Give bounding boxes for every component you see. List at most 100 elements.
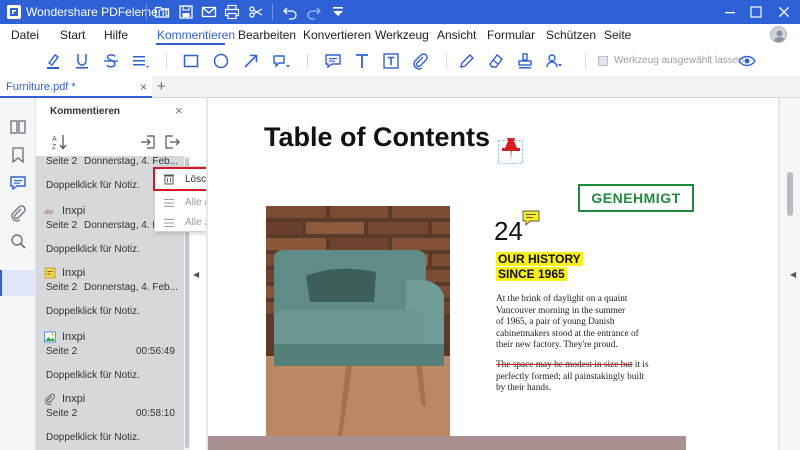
svg-text:A: A [52, 136, 57, 143]
comment-author: Inxpi [62, 205, 86, 217]
menu-seite[interactable]: Seite [604, 28, 631, 42]
paragraph-line: by their hands. [496, 383, 551, 394]
underline-icon[interactable] [73, 52, 91, 70]
rectangle-icon[interactable] [182, 52, 200, 70]
comment-page: Seite 2 [46, 408, 78, 419]
eraser-icon[interactable] [487, 52, 505, 70]
pushpin-annotation-icon[interactable] [498, 136, 524, 164]
add-tab-icon[interactable]: + [157, 78, 166, 95]
minimize-icon[interactable] [722, 4, 738, 20]
menu-ansicht[interactable]: Ansicht [437, 28, 476, 42]
comment-note: Doppelklick für Notiz. [46, 180, 140, 191]
comment-author: Inxpi [62, 267, 86, 279]
tab-close-icon[interactable]: × [140, 80, 147, 94]
menu-bearbeiten[interactable]: Bearbeiten [238, 28, 296, 42]
print-icon[interactable] [224, 4, 240, 20]
paragraph-line: Vancouver morning in the summer [496, 305, 626, 316]
pdf-page: Table of Contents GENEHMIGT 24 OUR HISTO… [208, 98, 778, 450]
redo-icon[interactable] [306, 4, 322, 20]
svg-text:abc: abc [44, 208, 54, 216]
paragraph-line: cabinetmakers stood at the entrance of [496, 328, 639, 339]
stamp-icon[interactable] [516, 52, 534, 70]
titlebar-separator [146, 4, 147, 20]
history-paragraph: At the brink of daylight on a quaint Van… [496, 294, 656, 352]
comment-toolbar: Werkzeug ausgewählt lassen [0, 46, 800, 76]
menu-datei[interactable]: Datei [11, 28, 39, 42]
expand-right-panel-icon[interactable]: ◀ [790, 270, 796, 279]
tab-furniture-pdf[interactable]: Furniture.pdf * × [0, 76, 152, 98]
comment-author: Inxpi [62, 331, 86, 343]
comment-note: Doppelklick für Notiz. [46, 306, 140, 317]
folder-open-icon[interactable] [154, 4, 170, 20]
paragraph-line: their new factory. They're proud. [496, 340, 618, 351]
menu-formular[interactable]: Formular [487, 28, 535, 42]
toolbar-separator [585, 53, 586, 69]
text-box-icon[interactable] [382, 52, 400, 70]
document-viewport[interactable]: Table of Contents GENEHMIGT 24 OUR HISTO… [206, 98, 780, 450]
collapse-panel-icon[interactable]: ◀ [193, 270, 199, 279]
signature-icon[interactable] [545, 52, 563, 70]
approved-stamp[interactable]: GENEHMIGT [578, 184, 694, 212]
search-icon[interactable] [9, 232, 27, 250]
rail-active-indicator [0, 270, 36, 296]
second-paragraph: The space may be modest in size but it i… [496, 360, 666, 395]
page-footer-band [208, 436, 686, 450]
show-hide-icon[interactable] [738, 52, 756, 70]
active-menu-indicator [156, 43, 225, 45]
menu-start[interactable]: Start [60, 28, 85, 42]
replace-text-icon[interactable] [131, 52, 149, 70]
arrow-icon[interactable] [242, 52, 260, 70]
toolbar-separator [166, 53, 167, 69]
app-logo-icon [6, 4, 22, 20]
highlight-icon[interactable] [44, 52, 62, 70]
shape-dropdown-icon[interactable] [272, 52, 290, 70]
customize-dropdown-icon[interactable] [330, 4, 346, 20]
titlebar-separator [272, 4, 273, 20]
comment-author: Inxpi [62, 393, 86, 405]
sort-icon[interactable]: AZ [52, 134, 68, 151]
sticky-note-annotation-icon[interactable] [522, 210, 540, 227]
menu-schuetzen[interactable]: Schützen [546, 28, 596, 42]
comment-panel: Kommentieren × AZ Seite 2 Donnerstag, 4.… [36, 98, 190, 450]
keep-tool-selected-label: Werkzeug ausgewählt lassen [614, 55, 744, 66]
panel-close-icon[interactable]: × [175, 103, 183, 118]
comment-page: Seite 2 [46, 220, 78, 231]
menu-werkzeug[interactable]: Werkzeug [375, 28, 429, 42]
panel-title: Kommentieren [50, 106, 121, 117]
pencil-icon[interactable] [458, 52, 476, 70]
trash-icon [163, 173, 175, 185]
save-icon[interactable] [178, 4, 194, 20]
comment-note: Doppelklick für Notiz. [46, 432, 140, 443]
document-scrollbar-thumb[interactable] [787, 172, 793, 216]
text-icon[interactable] [353, 52, 371, 70]
keep-tool-selected-checkbox[interactable] [598, 56, 608, 66]
menu-bar: Datei Start Hilfe Kommentieren Bearbeite… [0, 24, 800, 46]
attachment-icon[interactable] [9, 204, 27, 222]
oval-icon[interactable] [212, 52, 230, 70]
attachment-icon[interactable] [411, 52, 429, 70]
avatar[interactable] [770, 26, 787, 43]
mail-icon[interactable] [201, 4, 217, 20]
thumbnails-icon[interactable] [9, 118, 27, 136]
menu-konvertieren[interactable]: Konvertieren [303, 28, 371, 42]
paragraph-text: it is [632, 360, 649, 370]
comment-date: Donnerstag, 4. Feb... [84, 282, 178, 293]
import-icon[interactable] [140, 134, 156, 150]
menu-hilfe[interactable]: Hilfe [104, 28, 128, 42]
strikethrough-text[interactable]: The space may be modest in size but [496, 360, 633, 370]
comment-time: 00:58:10 [136, 408, 175, 419]
undo-icon[interactable] [282, 4, 298, 20]
toolbar-separator [446, 53, 447, 69]
bookmark-icon[interactable] [9, 146, 27, 164]
menu-kommentieren[interactable]: Kommentieren [157, 28, 235, 42]
close-icon[interactable] [776, 4, 792, 20]
strikethrough-icon[interactable] [102, 52, 120, 70]
export-icon[interactable] [164, 134, 180, 150]
comment-note: Doppelklick für Notiz. [46, 370, 140, 381]
comment-icon[interactable] [9, 174, 27, 192]
left-icon-rail [0, 98, 36, 450]
sticky-note-icon[interactable] [324, 52, 342, 70]
image-icon [44, 331, 56, 343]
cut-icon[interactable] [248, 4, 264, 20]
maximize-icon[interactable] [748, 4, 764, 20]
